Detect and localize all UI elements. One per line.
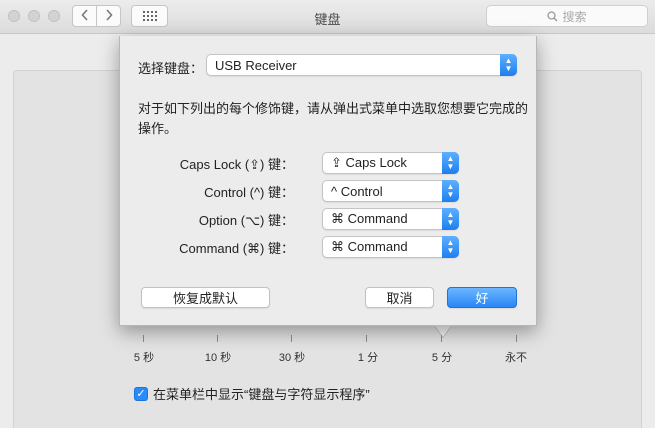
show-keyboard-viewer-label: 在菜单栏中显示“键盘与字符显示程序” (153, 387, 370, 402)
caps-lock-action-value: ⇪ Caps Lock (331, 155, 407, 170)
chevron-up-down-icon: ▲ ▼ (442, 180, 459, 202)
select-keyboard-label: 选择键盘： (138, 61, 204, 76)
slider-tick (441, 335, 442, 342)
control-key-label: Control (^) 键： (204, 185, 294, 200)
chevron-up-down-icon: ▲ ▼ (500, 54, 517, 76)
option-key-label: Option (⌥) 键： (198, 213, 294, 228)
option-action-value: ⌘ Command (331, 211, 408, 226)
command-key-label: Command (⌘) 键： (179, 241, 294, 256)
search-field[interactable]: 搜索 (486, 5, 648, 27)
command-action-value: ⌘ Command (331, 239, 408, 254)
slider-tick-label: 30 秒 (278, 352, 306, 364)
control-action-value: ^ Control (331, 183, 383, 199)
cancel-button[interactable]: 取消 (365, 287, 434, 308)
show-keyboard-viewer-checkbox[interactable]: ✓ (134, 386, 148, 401)
slider-thumb[interactable] (435, 326, 451, 337)
caps-lock-key-label: Caps Lock (⇪) 键： (179, 157, 294, 172)
slider-tick (143, 335, 144, 342)
caps-lock-action-select[interactable]: ⇪ Caps Lock ▲ ▼ (322, 152, 459, 174)
checkmark-icon: ✓ (136, 387, 146, 400)
window-titlebar: 键盘 搜索 (0, 0, 655, 34)
slider-tick-label: 5 分 (431, 352, 453, 364)
modifier-keys-sheet: 选择键盘： USB Receiver ▲ ▼ 对于如下列出的每个修饰键，请从弹出式… (119, 36, 537, 326)
chevron-up-down-icon: ▲ ▼ (442, 152, 459, 174)
option-action-select[interactable]: ⌘ Command ▲ ▼ (322, 208, 459, 230)
slider-tick-label: 永不 (505, 352, 527, 364)
modifier-description: 对于如下列出的每个修饰键，请从弹出式菜单中选取您想要它完成的操作。 (138, 101, 529, 136)
search-icon (547, 10, 558, 22)
keyboard-select[interactable]: USB Receiver ▲ ▼ (206, 54, 517, 76)
chevron-up-down-icon: ▲ ▼ (442, 208, 459, 230)
ok-button[interactable]: 好 (447, 287, 517, 308)
slider-tick (516, 335, 517, 342)
slider-tick-label: 10 秒 (204, 352, 232, 364)
slider-tick (217, 335, 218, 342)
slider-tick (366, 335, 367, 342)
slider-tick-label: 5 秒 (133, 352, 155, 364)
search-placeholder: 搜索 (562, 9, 587, 24)
restore-defaults-button[interactable]: 恢复成默认 (141, 287, 270, 308)
keyboard-select-value: USB Receiver (215, 57, 297, 73)
show-keyboard-viewer-option[interactable]: ✓ 在菜单栏中显示“键盘与字符显示程序” (134, 384, 370, 403)
chevron-up-down-icon: ▲ ▼ (442, 236, 459, 258)
control-action-select[interactable]: ^ Control ▲ ▼ (322, 180, 459, 202)
slider-tick (291, 335, 292, 342)
slider-tick-label: 1 分 (357, 352, 379, 364)
command-action-select[interactable]: ⌘ Command ▲ ▼ (322, 236, 459, 258)
